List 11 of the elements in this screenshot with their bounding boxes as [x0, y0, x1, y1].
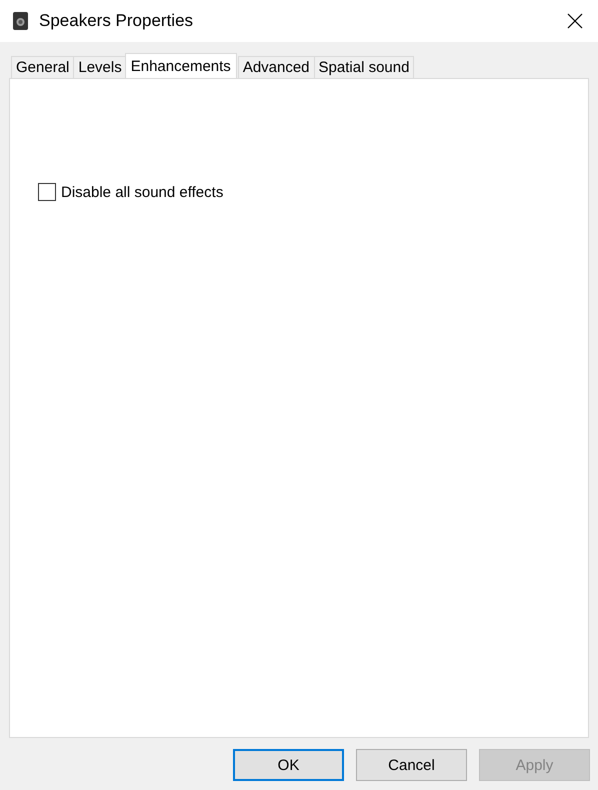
- speaker-icon: [13, 12, 28, 30]
- dialog-button[interactable]: OK: [233, 749, 344, 781]
- tab[interactable]: Spatial sound: [314, 56, 414, 78]
- tab[interactable]: Advanced: [238, 56, 315, 78]
- checkbox-label: Disable all sound effects: [61, 184, 224, 200]
- tab[interactable]: Enhancements: [124, 53, 237, 78]
- dialog-button[interactable]: Cancel: [356, 749, 467, 781]
- window-title: Speakers Properties: [39, 11, 194, 31]
- close-icon[interactable]: [567, 13, 583, 29]
- tab[interactable]: General: [11, 56, 74, 78]
- checkbox[interactable]: [38, 183, 56, 201]
